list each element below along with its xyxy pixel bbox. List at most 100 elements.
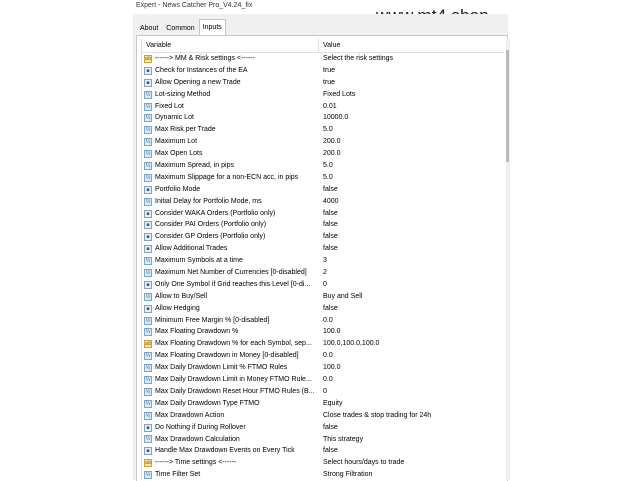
value-cell[interactable]: true: [319, 77, 493, 89]
value-cell[interactable]: 100.0,100.0,100.0: [319, 338, 493, 350]
value-cell[interactable]: 2: [319, 267, 493, 279]
table-row[interactable]: ½ Maximum Symbols at a time 3: [142, 255, 504, 267]
table-row[interactable]: ½ Initial Delay for Portfolio Mode, ms 400…: [142, 196, 504, 208]
value-cell[interactable]: 5.0: [319, 172, 493, 184]
variable-name: Allow Additional Trades: [155, 245, 228, 253]
table-row[interactable]: ½ Max Floating Drawdown % 100.0: [142, 326, 504, 338]
table-row[interactable]: ▪ Allow Hedging false: [142, 303, 504, 315]
value-cell[interactable]: false: [319, 208, 493, 220]
scrollbar-thumb[interactable]: [506, 50, 509, 162]
table-row[interactable]: ½ Dynamic Lot 10000.0: [142, 112, 504, 124]
table-row[interactable]: ½ Max Daily Drawdown Limit % FTMO Rules 10…: [142, 362, 504, 374]
variable-name: Maximum Net Number of Currencies [0-disa…: [155, 269, 307, 277]
table-row[interactable]: ½ Allow to Buy/Sell Buy and Sell: [142, 291, 504, 303]
table-row[interactable]: ½ Minimum Free Margin % [0-disabled] 0.0: [142, 315, 504, 327]
grid-header: Variable Value: [142, 39, 504, 53]
value-cell[interactable]: 100.0: [319, 362, 493, 374]
table-row[interactable]: ½ Max Risk per Trade 5.0: [142, 124, 504, 136]
variable-name: Consider PAI Orders (Portfolio only): [155, 221, 267, 229]
table-row[interactable]: ▪ Consider GP Orders (Portfolio only) fals…: [142, 231, 504, 243]
value-cell[interactable]: 0.0: [319, 315, 493, 327]
table-row[interactable]: ½ Max Drawdown Calculation This strategy: [142, 434, 504, 446]
string-param-icon: ab: [144, 340, 152, 349]
variable-cell: ½ Maximum Slippage for a non-ECN acc, in …: [142, 172, 319, 184]
column-header-value[interactable]: Value: [319, 39, 340, 52]
value-cell[interactable]: Fixed Lots: [319, 89, 493, 101]
value-cell[interactable]: Buy and Sell: [319, 291, 493, 303]
table-row[interactable]: ½ Max Daily Drawdown Type FTMO Equity: [142, 398, 504, 410]
table-row[interactable]: ½ Fixed Lot 0.01: [142, 101, 504, 113]
table-row[interactable]: ▪ Handle Max Drawdown Events on Every Tic…: [142, 445, 504, 457]
variable-name: Max Drawdown Calculation: [155, 435, 240, 443]
table-row[interactable]: ½ Max Daily Drawdown Limit in Money FTMO …: [142, 374, 504, 386]
variable-name: Max Floating Drawdown %: [155, 328, 239, 336]
numeric-param-icon: ½: [144, 435, 152, 444]
value-cell[interactable]: 100.0: [319, 326, 493, 338]
value-cell[interactable]: false: [319, 445, 493, 457]
table-row[interactable]: ½ Maximum Slippage for a non-ECN acc, in …: [142, 172, 504, 184]
table-row[interactable]: ▪ Portfolio Mode false: [142, 184, 504, 196]
value-cell[interactable]: 200.0: [319, 148, 493, 160]
value-cell[interactable]: 3: [319, 255, 493, 267]
value-cell[interactable]: true: [319, 65, 493, 77]
table-row[interactable]: ½ Maximum Spread, in pips 5.0: [142, 160, 504, 172]
value-cell[interactable]: 5.0: [319, 160, 493, 172]
value-cell[interactable]: 200.0: [319, 136, 493, 148]
variable-name: Portfolio Mode: [155, 185, 201, 193]
table-row[interactable]: ½ Max Open Lots 200.0: [142, 148, 504, 160]
column-header-variable[interactable]: Variable: [142, 39, 319, 52]
value-cell[interactable]: 10000.0: [319, 112, 493, 124]
value-cell[interactable]: false: [319, 231, 493, 243]
numeric-param-icon: ½: [144, 161, 152, 170]
variable-cell: ½ Minimum Free Margin % [0-disabled]: [142, 315, 319, 327]
variable-name: Maximum Spread, in pips: [155, 162, 234, 170]
variable-name: Dynamic Lot: [155, 114, 194, 122]
table-row[interactable]: ▪ Do Nothing if During Rollover false: [142, 422, 504, 434]
value-cell[interactable]: 0: [319, 386, 493, 398]
value-cell[interactable]: 0.0: [319, 374, 493, 386]
table-row[interactable]: ½ Lot-sizing Method Fixed Lots: [142, 89, 504, 101]
value-cell[interactable]: Select hours/days to trade: [319, 457, 493, 469]
variable-cell: ½ Max Daily Drawdown Limit in Money FTMO …: [142, 374, 319, 386]
value-cell[interactable]: false: [319, 243, 493, 255]
value-cell[interactable]: This strategy: [319, 434, 493, 446]
value-cell[interactable]: 0.01: [319, 101, 493, 113]
table-row[interactable]: ½ Time Filter Set Strong Filtration: [142, 469, 504, 480]
table-row[interactable]: ▪ Allow Opening a new Trade true: [142, 77, 504, 89]
table-row[interactable]: ½ Max Daily Drawdown Reset Hour FTMO Rule…: [142, 386, 504, 398]
table-row[interactable]: ▪ Consider WAKA Orders (Portfolio only) fa…: [142, 208, 504, 220]
numeric-param-icon: ½: [144, 150, 152, 159]
value-cell[interactable]: 0.0: [319, 350, 493, 362]
variable-name: Max Daily Drawdown Type FTMO: [155, 399, 260, 407]
value-cell[interactable]: 4000: [319, 196, 493, 208]
variable-cell: ab ------> Time settings <------: [142, 457, 319, 469]
table-row[interactable]: ▪ Only One Symbol if Grid reaches this Le…: [142, 279, 504, 291]
table-row[interactable]: ab Max Floating Drawdown % for each Symbo…: [142, 338, 504, 350]
variable-name: Only One Symbol if Grid reaches this Lev…: [155, 280, 311, 288]
variable-name: Do Nothing if During Rollover: [155, 423, 246, 431]
value-cell[interactable]: Close trades & stop trading for 24h: [319, 410, 493, 422]
value-cell[interactable]: 0: [319, 279, 493, 291]
numeric-param-icon: ½: [144, 399, 152, 408]
table-row[interactable]: ▪ Check for Instances of the EA true: [142, 65, 504, 77]
variable-cell: ½ Max Drawdown Calculation: [142, 434, 319, 446]
table-row[interactable]: ½ Max Drawdown Action Close trades & stop …: [142, 410, 504, 422]
table-row[interactable]: ▪ Consider PAI Orders (Portfolio only) fal…: [142, 219, 504, 231]
table-row[interactable]: ▪ Allow Additional Trades false: [142, 243, 504, 255]
value-cell[interactable]: Equity: [319, 398, 493, 410]
variable-name: ------> MM & Risk settings <------: [155, 55, 255, 62]
value-cell[interactable]: 5.0: [319, 124, 493, 136]
table-row[interactable]: ab ------> MM & Risk settings <------ Sele…: [142, 53, 504, 65]
value-cell[interactable]: false: [319, 303, 493, 315]
table-row[interactable]: ½ Maximum Net Number of Currencies [0-dis…: [142, 267, 504, 279]
value-cell[interactable]: Select the risk settings: [319, 53, 493, 65]
value-cell[interactable]: false: [319, 219, 493, 231]
table-row[interactable]: ab ------> Time settings <------ Select ho…: [142, 457, 504, 469]
value-cell[interactable]: false: [319, 422, 493, 434]
variable-cell: ▪ Handle Max Drawdown Events on Every Tic…: [142, 445, 319, 457]
window-title: Expert - News Catcher Pro_V4.24_fix: [136, 2, 253, 9]
table-row[interactable]: ½ Maximum Lot 200.0: [142, 136, 504, 148]
value-cell[interactable]: false: [319, 184, 493, 196]
table-row[interactable]: ½ Max Floating Drawdown in Money [0-disab…: [142, 350, 504, 362]
value-cell[interactable]: Strong Filtration: [319, 469, 493, 480]
